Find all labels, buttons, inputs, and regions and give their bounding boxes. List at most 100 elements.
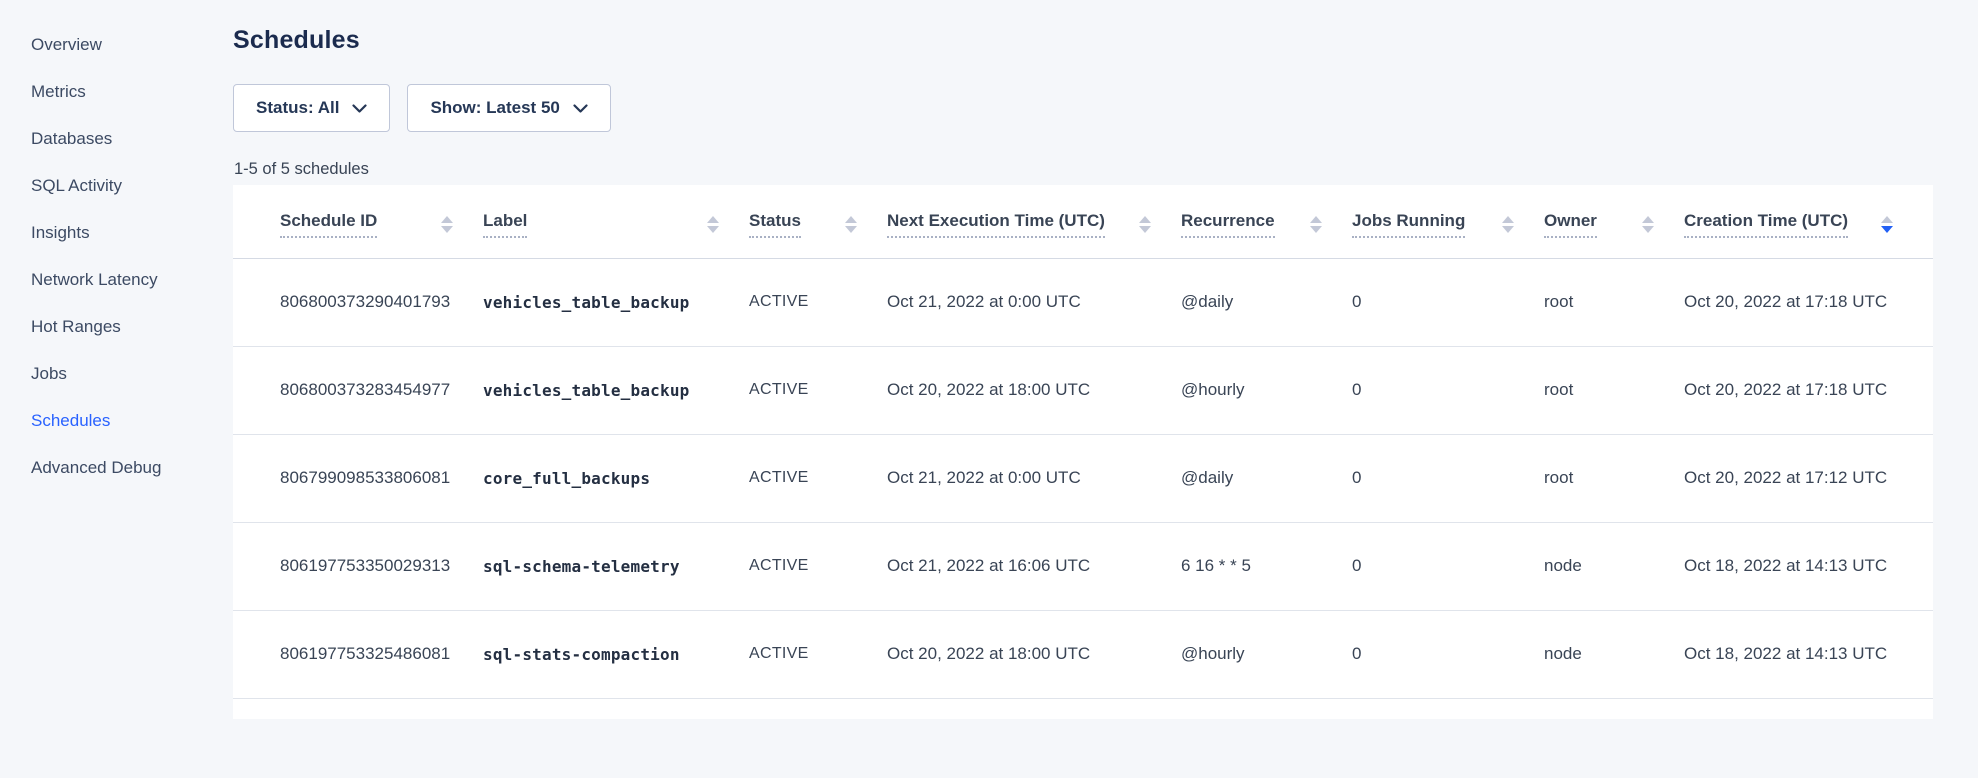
cell-jobs-running: 0 (1352, 346, 1544, 434)
sidebar-item-jobs[interactable]: Jobs (0, 350, 233, 397)
cell-next-execution-time: Oct 21, 2022 at 0:00 UTC (887, 258, 1181, 346)
cell-next-execution-time: Oct 21, 2022 at 16:06 UTC (887, 522, 1181, 610)
cell-status: ACTIVE (749, 522, 887, 610)
show-filter-dropdown[interactable]: Show: Latest 50 (407, 84, 610, 132)
column-header-status[interactable]: Status (749, 185, 887, 258)
cell-label: core_full_backups (483, 434, 749, 522)
sort-icon (1310, 216, 1322, 233)
column-header-label: Label (483, 211, 527, 238)
column-header-creation-time[interactable]: Creation Time (UTC) (1684, 185, 1933, 258)
sort-icon (1642, 216, 1654, 233)
cell-owner: root (1544, 258, 1684, 346)
cell-next-execution-time: Oct 20, 2022 at 18:00 UTC (887, 610, 1181, 698)
cell-owner: root (1544, 434, 1684, 522)
column-header-label: Creation Time (UTC) (1684, 211, 1848, 238)
table-row: 806197753350029313 sql-schema-telemetry … (233, 522, 1933, 610)
sidebar-item-label: Databases (31, 129, 112, 149)
column-header-jobs-running[interactable]: Jobs Running (1352, 185, 1544, 258)
sort-desc-arrow (1502, 226, 1514, 233)
sort-icon (1502, 216, 1514, 233)
column-header-label: Recurrence (1181, 211, 1275, 238)
sidebar-item-label: Jobs (31, 364, 67, 384)
column-header-owner[interactable]: Owner (1544, 185, 1684, 258)
table-row: 806799098533806081 core_full_backups ACT… (233, 434, 1933, 522)
cell-schedule-id: 806197753350029313 (233, 522, 483, 610)
cell-jobs-running: 0 (1352, 610, 1544, 698)
column-header-label: Owner (1544, 211, 1597, 238)
sidebar-item-schedules[interactable]: Schedules (0, 397, 233, 444)
cell-recurrence: 6 16 * * 5 (1181, 522, 1352, 610)
sort-asc-arrow (845, 216, 857, 223)
column-header-schedule-id[interactable]: Schedule ID (233, 185, 483, 258)
cell-creation-time: Oct 18, 2022 at 14:13 UTC (1684, 610, 1933, 698)
sort-desc-arrow (1310, 226, 1322, 233)
sidebar-item-metrics[interactable]: Metrics (0, 68, 233, 115)
chevron-down-icon (352, 104, 367, 114)
column-header-label[interactable]: Label (483, 185, 749, 258)
table-row: 806800373290401793 vehicles_table_backup… (233, 258, 1933, 346)
sort-desc-arrow (441, 226, 453, 233)
cell-jobs-running: 0 (1352, 258, 1544, 346)
filter-bar: Status: All Show: Latest 50 (233, 84, 611, 132)
cell-label: sql-schema-telemetry (483, 522, 749, 610)
cell-creation-time: Oct 20, 2022 at 17:18 UTC (1684, 346, 1933, 434)
sidebar: Overview Metrics Databases SQL Activity … (0, 21, 233, 491)
status-filter-label: Status: All (256, 98, 339, 118)
sidebar-item-advanced-debug[interactable]: Advanced Debug (0, 444, 233, 491)
column-header-label: Jobs Running (1352, 211, 1465, 238)
sidebar-item-label: Overview (31, 35, 102, 55)
sidebar-item-insights[interactable]: Insights (0, 209, 233, 256)
show-filter-label: Show: Latest 50 (430, 98, 559, 118)
sidebar-item-label: Network Latency (31, 270, 158, 290)
sidebar-item-label: Advanced Debug (31, 458, 161, 478)
sidebar-item-label: Insights (31, 223, 90, 243)
schedules-table: Schedule ID Label Status (233, 185, 1933, 699)
cell-status: ACTIVE (749, 434, 887, 522)
sidebar-item-hot-ranges[interactable]: Hot Ranges (0, 303, 233, 350)
status-filter-dropdown[interactable]: Status: All (233, 84, 390, 132)
sort-icon (1139, 216, 1151, 233)
sort-icon (1881, 216, 1893, 233)
cell-recurrence: @hourly (1181, 610, 1352, 698)
results-count: 1-5 of 5 schedules (234, 160, 369, 179)
sidebar-item-label: Hot Ranges (31, 317, 121, 337)
sort-desc-arrow (707, 226, 719, 233)
sort-asc-arrow (1642, 216, 1654, 223)
column-header-recurrence[interactable]: Recurrence (1181, 185, 1352, 258)
cell-schedule-id: 806799098533806081 (233, 434, 483, 522)
sort-asc-arrow (1310, 216, 1322, 223)
column-header-label: Next Execution Time (UTC) (887, 211, 1105, 238)
cell-jobs-running: 0 (1352, 434, 1544, 522)
cell-status: ACTIVE (749, 610, 887, 698)
column-header-label: Status (749, 211, 801, 238)
sidebar-item-sql-activity[interactable]: SQL Activity (0, 162, 233, 209)
sidebar-item-label: Metrics (31, 82, 86, 102)
sidebar-item-network-latency[interactable]: Network Latency (0, 256, 233, 303)
sidebar-item-label: SQL Activity (31, 176, 122, 196)
cell-status: ACTIVE (749, 346, 887, 434)
cell-owner: root (1544, 346, 1684, 434)
cell-label: sql-stats-compaction (483, 610, 749, 698)
cell-status: ACTIVE (749, 258, 887, 346)
sort-icon (845, 216, 857, 233)
cell-label: vehicles_table_backup (483, 258, 749, 346)
cell-jobs-running: 0 (1352, 522, 1544, 610)
column-header-label: Schedule ID (280, 211, 377, 238)
sort-desc-arrow (1139, 226, 1151, 233)
sort-asc-arrow (1139, 216, 1151, 223)
page-title: Schedules (233, 26, 360, 55)
column-header-next-execution-time[interactable]: Next Execution Time (UTC) (887, 185, 1181, 258)
table-row: 806800373283454977 vehicles_table_backup… (233, 346, 1933, 434)
sidebar-item-overview[interactable]: Overview (0, 21, 233, 68)
cell-creation-time: Oct 20, 2022 at 17:18 UTC (1684, 258, 1933, 346)
cell-next-execution-time: Oct 21, 2022 at 0:00 UTC (887, 434, 1181, 522)
sort-icon (441, 216, 453, 233)
chevron-down-icon (573, 104, 588, 114)
cell-recurrence: @hourly (1181, 346, 1352, 434)
schedules-table-card: Schedule ID Label Status (233, 185, 1933, 719)
cell-owner: node (1544, 610, 1684, 698)
sidebar-item-label: Schedules (31, 411, 110, 431)
sort-asc-arrow (1881, 216, 1893, 223)
sort-desc-arrow (1642, 226, 1654, 233)
sidebar-item-databases[interactable]: Databases (0, 115, 233, 162)
